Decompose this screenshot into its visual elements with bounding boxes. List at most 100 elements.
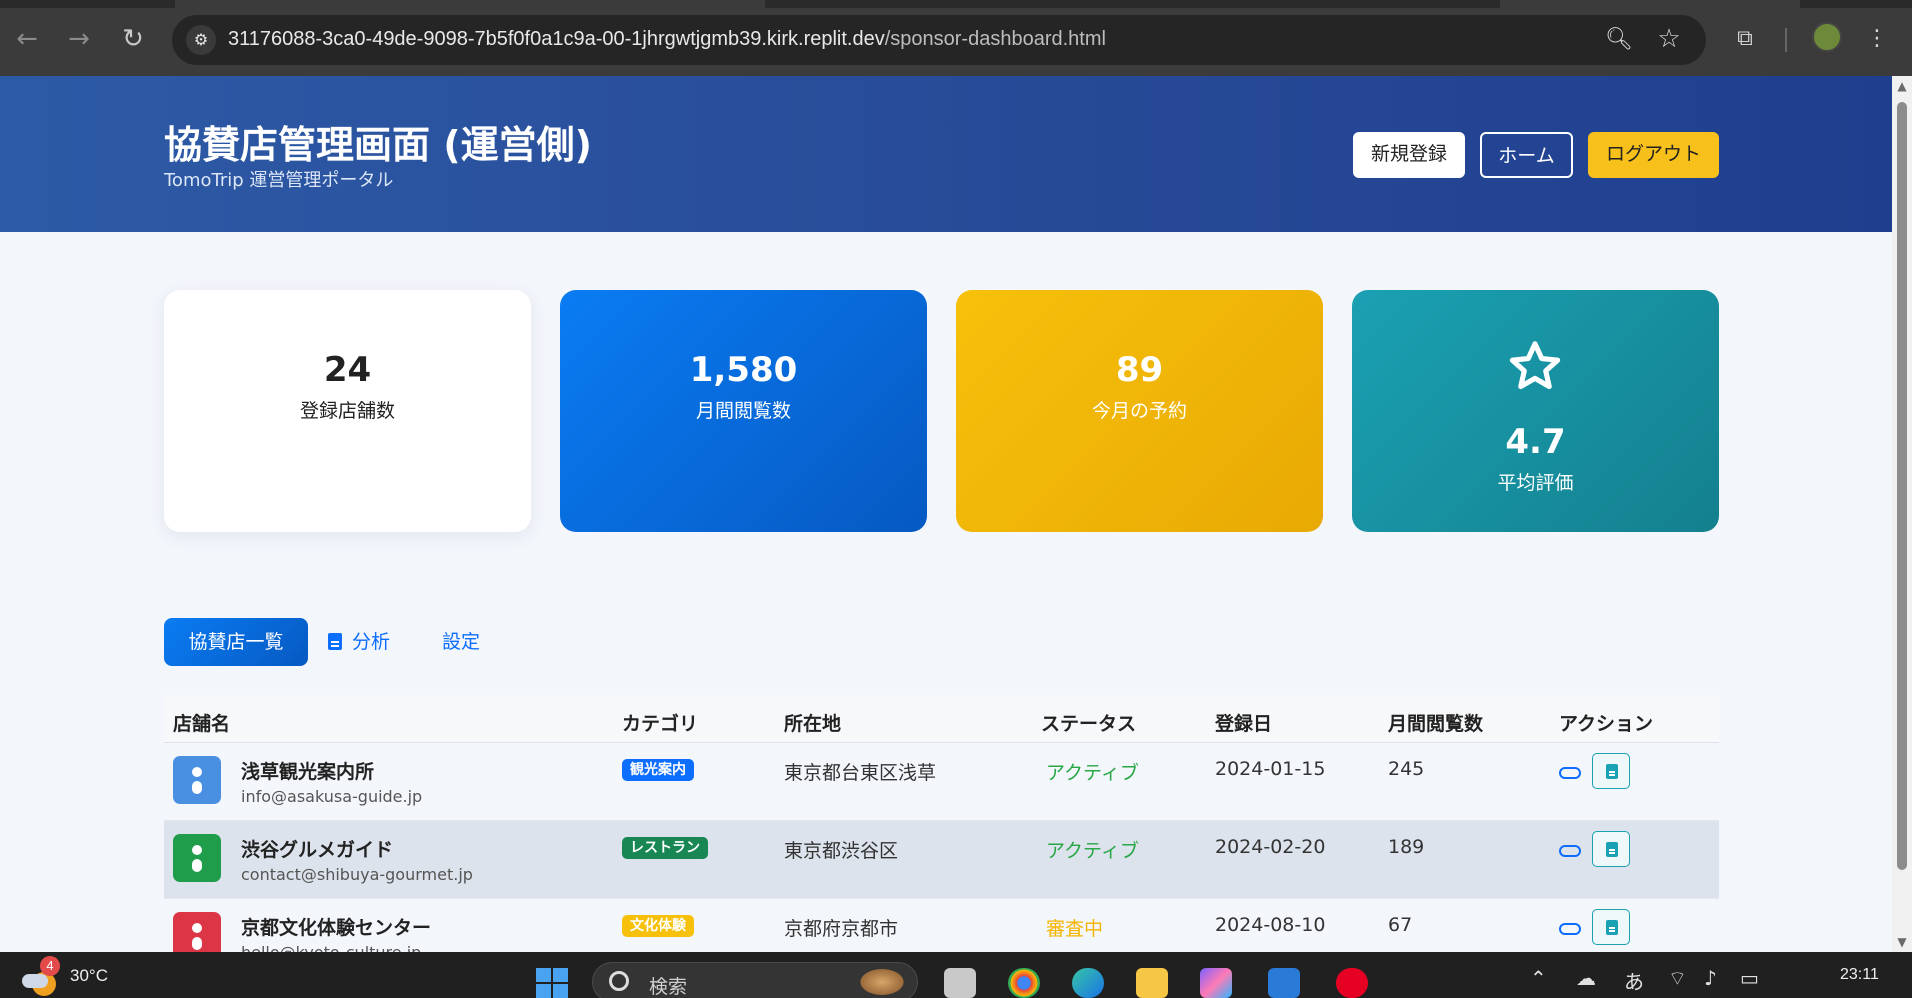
weather-icon[interactable]: 4 <box>22 956 60 996</box>
zoom-icon[interactable]: 🔍︎ <box>1604 25 1634 55</box>
menu-icon[interactable]: ⋮ <box>1865 22 1889 56</box>
store-name: 京都文化体験センター <box>241 917 432 939</box>
table-row: 浅草観光案内所 info@asakusa-guide.jp 観光案内 東京都台東… <box>164 743 1719 821</box>
category-badge: 観光案内 <box>622 759 694 781</box>
tab-sponsor-list[interactable]: 協賛店一覧 <box>164 618 308 666</box>
onedrive-icon[interactable]: ☁ <box>1576 966 1596 990</box>
wifi-icon[interactable]: ⌔ <box>1668 966 1687 991</box>
column-header: ステータス <box>1041 713 1137 735</box>
browser-tab[interactable] <box>175 0 765 8</box>
monthly-views: 67 <box>1388 914 1413 936</box>
stat-value: 24 <box>323 350 372 390</box>
tab-label: 分析 <box>352 631 391 653</box>
windows-logo-pane <box>536 984 551 998</box>
store-name: 浅草観光案内所 <box>241 761 375 783</box>
home-button[interactable]: ホーム <box>1480 132 1573 178</box>
back-icon[interactable]: ← <box>10 22 44 56</box>
url-text[interactable]: 31176088-3ca0-49de-9098-7b5f0f0a1c9a-00-… <box>228 28 1106 51</box>
stat-value: 1,580 <box>689 350 798 390</box>
site-settings-icon[interactable]: ⚙ <box>186 25 216 55</box>
logout-button[interactable]: ログアウト <box>1588 132 1719 178</box>
store-email: info@asakusa-guide.jp <box>241 787 423 806</box>
volume-icon[interactable]: ♪ <box>1704 966 1717 990</box>
stat-label: 登録店舗数 <box>299 400 395 422</box>
address-bar[interactable]: ⚙ 31176088-3ca0-49de-9098-7b5f0f0a1c9a-0… <box>172 15 1706 65</box>
search-highlight-icon <box>857 967 907 997</box>
profile-avatar[interactable] <box>1812 22 1842 52</box>
store-email: contact@shibuya-gourmet.jp <box>241 865 473 884</box>
windows-logo-pane <box>553 984 568 998</box>
status-badge: 審査中 <box>1046 918 1104 940</box>
taskbar-search[interactable]: 検索 <box>592 962 918 998</box>
status-badge: アクティブ <box>1046 762 1139 784</box>
store-avatar <box>173 912 221 952</box>
details-button[interactable] <box>1592 831 1630 867</box>
register-date: 2024-02-20 <box>1215 836 1326 858</box>
reload-icon[interactable]: ↻ <box>116 22 150 56</box>
column-header: アクション <box>1559 713 1654 735</box>
tab-settings[interactable]: 設定 <box>442 618 480 666</box>
forward-icon[interactable]: → <box>62 22 96 56</box>
url-path: /sponsor-dashboard.html <box>884 28 1106 50</box>
tab-analytics[interactable]: 分析 <box>328 618 390 666</box>
windows-logo-pane <box>553 968 568 982</box>
stat-card-bookings: 89 今月の予約 <box>956 290 1323 532</box>
chrome-icon[interactable] <box>1008 968 1040 998</box>
store-location: 京都府京都市 <box>784 918 899 940</box>
edit-button[interactable] <box>1559 923 1581 935</box>
star-icon <box>1509 341 1561 390</box>
stat-card-stores: 24 登録店舗数 <box>164 290 531 532</box>
column-header: 所在地 <box>784 713 842 735</box>
document-icon <box>328 633 342 650</box>
temperature[interactable]: 30°C <box>70 966 108 986</box>
stat-card-views: 1,580 月間閲覧数 <box>560 290 927 532</box>
store-email: hello@kyoto-culture.jp <box>241 943 421 952</box>
browser-tab[interactable] <box>1500 0 1800 8</box>
monthly-views: 189 <box>1388 836 1425 858</box>
edit-button[interactable] <box>1559 767 1581 779</box>
pinterest-icon[interactable] <box>1336 968 1368 998</box>
register-button[interactable]: 新規登録 <box>1353 132 1465 178</box>
scroll-down-arrow-icon[interactable]: ▼ <box>1892 932 1912 952</box>
ime-indicator[interactable]: あ <box>1624 966 1644 995</box>
todo-icon[interactable] <box>1268 968 1300 998</box>
clock[interactable]: 23:11 <box>1840 966 1879 984</box>
task-view-icon[interactable] <box>944 968 976 998</box>
page-subtitle: TomoTrip 運営管理ポータル <box>164 170 394 191</box>
bookmark-star-icon[interactable]: ☆ <box>1654 24 1684 54</box>
register-date: 2024-08-10 <box>1215 914 1326 936</box>
windows-logo-pane <box>536 968 551 982</box>
table-header: 店舗名 カテゴリ 所在地 ステータス 登録日 月間閲覧数 アクション <box>164 695 1719 743</box>
page-viewport: 協賛店管理画面 (運営側) TomoTrip 運営管理ポータル 新規登録 ホーム… <box>0 76 1892 952</box>
chevron-up-icon[interactable]: ⌃ <box>1530 966 1547 990</box>
column-header: 店舗名 <box>173 713 231 735</box>
battery-icon[interactable]: ▭ <box>1740 966 1759 990</box>
store-location: 東京都渋谷区 <box>784 840 899 862</box>
tab-strip <box>0 0 1912 8</box>
register-date: 2024-01-15 <box>1215 758 1326 780</box>
monthly-views: 245 <box>1388 758 1425 780</box>
stat-card-rating: 4.7 平均評価 <box>1352 290 1719 532</box>
store-avatar <box>173 834 221 882</box>
store-name: 渋谷グルメガイド <box>241 839 394 861</box>
details-button[interactable] <box>1592 909 1630 945</box>
scroll-up-arrow-icon[interactable]: ▲ <box>1892 76 1912 96</box>
store-avatar <box>173 756 221 804</box>
table-row: 渋谷グルメガイド contact@shibuya-gourmet.jp レストラ… <box>164 821 1719 899</box>
page-scrollbar[interactable]: ▲ ▼ <box>1892 76 1912 952</box>
scrollbar-thumb[interactable] <box>1897 102 1907 870</box>
browser-toolbar: ← → ↻ ⚙ 31176088-3ca0-49de-9098-7b5f0f0a… <box>0 0 1912 76</box>
edit-button[interactable] <box>1559 845 1581 857</box>
table-row: 京都文化体験センター hello@kyoto-culture.jp 文化体験 京… <box>164 899 1719 952</box>
edge-icon[interactable] <box>1072 968 1104 998</box>
start-button[interactable] <box>536 968 570 998</box>
category-badge: 文化体験 <box>622 915 694 937</box>
file-explorer-icon[interactable] <box>1136 968 1168 998</box>
copilot-icon[interactable] <box>1200 968 1232 998</box>
details-button[interactable] <box>1592 753 1630 789</box>
extensions-icon[interactable]: ⧉ <box>1728 22 1762 56</box>
document-icon <box>1606 842 1618 857</box>
windows-taskbar: 4 30°C 検索 ⌃ ☁ あ ⌔ ♪ ▭ 23:11 <box>0 952 1912 998</box>
cloud-icon <box>22 974 48 988</box>
stat-label: 平均評価 <box>1497 472 1574 494</box>
